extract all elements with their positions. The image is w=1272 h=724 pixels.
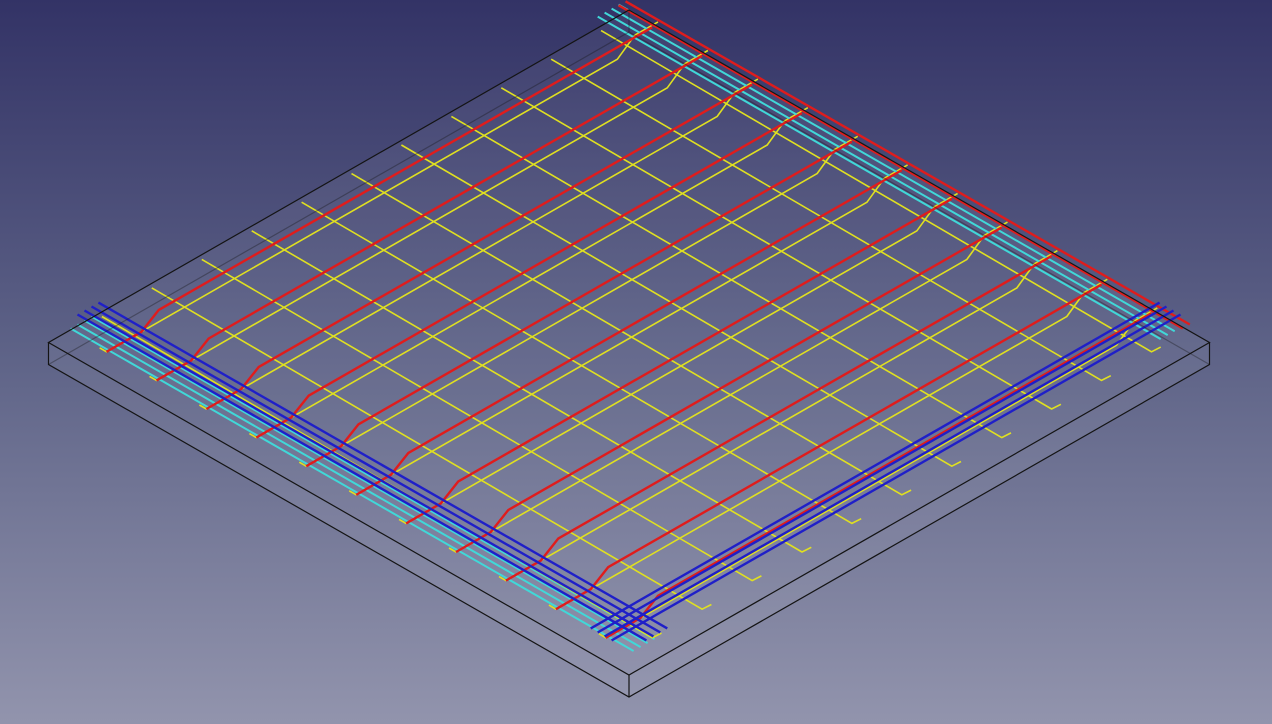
slab-body (48, 10, 1210, 697)
slab-reinforcement-scene[interactable] (0, 0, 1272, 724)
3d-viewport[interactable] (0, 0, 1272, 724)
